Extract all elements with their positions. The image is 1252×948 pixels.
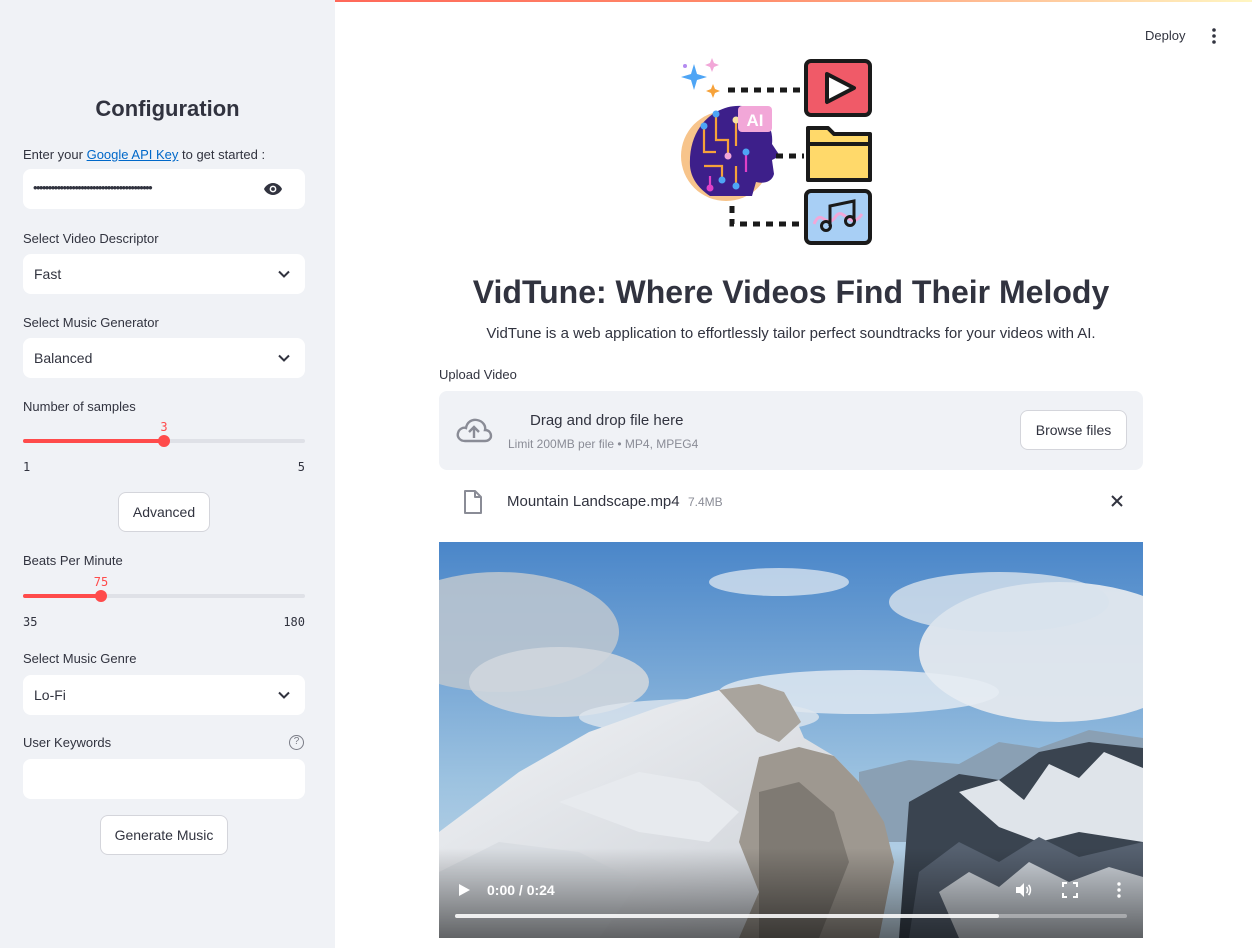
page-subtitle: VidTune is a web application to effortle… bbox=[486, 325, 1096, 342]
slider-thumb[interactable] bbox=[95, 590, 107, 602]
music-generator-label: Select Music Generator bbox=[23, 315, 159, 330]
slider-fill bbox=[23, 439, 164, 443]
keywords-input[interactable] bbox=[23, 759, 305, 799]
upload-video-label: Upload Video bbox=[439, 367, 517, 382]
video-player[interactable]: 0:00 / 0:24 bbox=[439, 542, 1143, 938]
video-descriptor-value: Fast bbox=[34, 266, 62, 282]
fullscreen-icon[interactable] bbox=[1062, 882, 1078, 898]
uploaded-file-row: Mountain Landscape.mp4 7.4MB bbox=[439, 485, 1143, 519]
advanced-button[interactable]: Advanced bbox=[118, 492, 210, 532]
browse-files-button[interactable]: Browse files bbox=[1020, 410, 1127, 450]
generate-music-button[interactable]: Generate Music bbox=[100, 815, 228, 855]
file-size: 7.4MB bbox=[688, 495, 723, 509]
video-time: 0:00 / 0:24 bbox=[487, 882, 555, 898]
video-more-options-icon[interactable] bbox=[1115, 881, 1123, 899]
deploy-button[interactable]: Deploy bbox=[1145, 28, 1185, 43]
keywords-label: User Keywords bbox=[23, 735, 112, 750]
chevron-down-icon bbox=[278, 354, 290, 362]
dropzone-instruction: Drag and drop file here bbox=[530, 412, 684, 429]
music-generator-select[interactable]: Balanced bbox=[23, 338, 305, 378]
genre-value: Lo-Fi bbox=[34, 687, 66, 703]
logo-ai-text: AI bbox=[747, 111, 764, 130]
video-descriptor-label: Select Video Descriptor bbox=[23, 231, 159, 246]
sidebar: Configuration Enter your Google API Key … bbox=[0, 0, 335, 948]
bpm-slider[interactable]: 75 35 180 bbox=[23, 575, 305, 629]
video-descriptor-select[interactable]: Fast bbox=[23, 254, 305, 294]
sidebar-title: Configuration bbox=[95, 96, 240, 121]
genre-select[interactable]: Lo-Fi bbox=[23, 675, 305, 715]
play-icon[interactable] bbox=[457, 883, 471, 897]
slider-thumb[interactable] bbox=[158, 435, 170, 447]
slider-min: 35 bbox=[23, 615, 38, 629]
chevron-down-icon bbox=[278, 691, 290, 699]
more-vertical-icon[interactable] bbox=[1206, 27, 1222, 45]
genre-label: Select Music Genre bbox=[23, 651, 137, 666]
api-key-label: Enter your Google API Key to get started… bbox=[23, 147, 266, 162]
volume-icon[interactable] bbox=[1014, 881, 1032, 899]
api-key-masked-value: •••••••••••••••••••••••••••••••••••••••• bbox=[33, 180, 153, 195]
file-dropzone[interactable]: Drag and drop file here Limit 200MB per … bbox=[439, 391, 1143, 470]
music-generator-value: Balanced bbox=[34, 350, 93, 366]
close-icon[interactable] bbox=[1110, 494, 1124, 508]
samples-label: Number of samples bbox=[23, 399, 136, 414]
page-title: VidTune: Where Videos Find Their Melody bbox=[472, 274, 1110, 310]
slider-value: 3 bbox=[160, 420, 168, 434]
video-progress-fill bbox=[455, 914, 1000, 918]
google-api-key-link[interactable]: Google API Key bbox=[87, 147, 179, 162]
slider-fill bbox=[23, 594, 101, 598]
bpm-label: Beats Per Minute bbox=[23, 553, 123, 568]
help-icon[interactable]: ? bbox=[289, 735, 304, 750]
dropzone-limit: Limit 200MB per file • MP4, MPEG4 bbox=[508, 437, 699, 451]
vidtune-logo: AI bbox=[681, 58, 872, 245]
chevron-down-icon bbox=[278, 270, 290, 278]
video-progress-bar[interactable] bbox=[455, 914, 1127, 918]
file-name: Mountain Landscape.mp4 bbox=[507, 493, 680, 510]
api-key-input[interactable]: •••••••••••••••••••••••••••••••••••••••• bbox=[23, 169, 305, 209]
slider-max: 180 bbox=[283, 615, 305, 629]
slider-min: 1 bbox=[23, 460, 31, 474]
cloud-upload-icon bbox=[456, 418, 493, 443]
file-icon bbox=[464, 490, 482, 514]
slider-max: 5 bbox=[297, 460, 305, 474]
eye-icon[interactable] bbox=[263, 181, 283, 197]
slider-value: 75 bbox=[93, 575, 109, 589]
samples-slider[interactable]: 3 1 5 bbox=[23, 420, 305, 474]
